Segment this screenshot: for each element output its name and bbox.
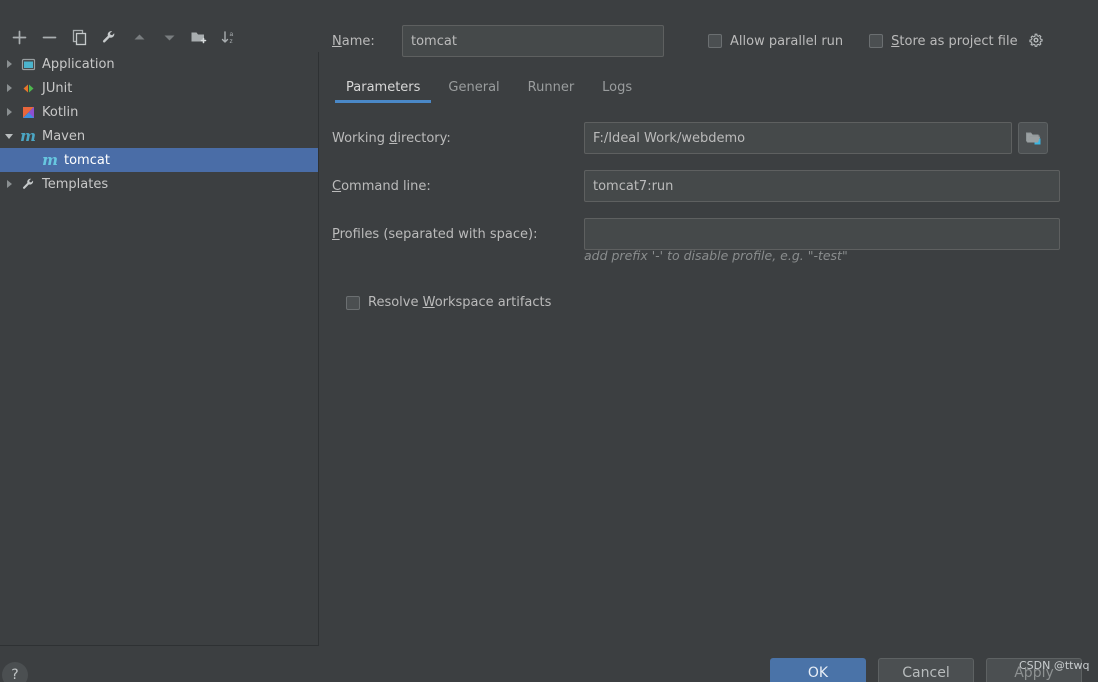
command-line-label: Command line: — [332, 178, 431, 194]
tree-item-label: JUnit — [42, 80, 73, 96]
expand-arrow-icon[interactable] — [0, 100, 18, 124]
expand-arrow-icon[interactable] — [0, 76, 18, 100]
tree-item-maven[interactable]: m Maven — [0, 124, 318, 148]
command-line-row: Command line: — [332, 170, 1080, 202]
checkbox-box[interactable] — [869, 34, 884, 48]
store-as-project-file-checkbox[interactable]: Store as project file — [869, 33, 1018, 49]
profiles-input[interactable] — [584, 218, 1060, 250]
dialog-button-bar: ? OK Cancel Apply — [0, 646, 1098, 682]
tab-runner[interactable]: Runner — [514, 76, 589, 103]
arrow-down-icon[interactable] — [154, 23, 184, 51]
watermark: CSDN @ttwq — [1019, 659, 1090, 672]
checkbox-box[interactable] — [346, 295, 360, 310]
maven-icon: m — [20, 126, 36, 145]
resolve-workspace-artifacts-checkbox[interactable]: Resolve Workspace artifacts — [346, 295, 551, 310]
run-debug-configurations-dialog: a z Application JUnit Kotlin m Maven m t… — [0, 0, 1098, 682]
working-directory-row: Working directory: — [332, 122, 1080, 154]
tree-item-kotlin[interactable]: Kotlin — [0, 100, 318, 124]
sort-alphabetically-icon[interactable]: a z — [214, 23, 244, 51]
allow-parallel-run-label: Allow parallel run — [730, 33, 844, 49]
name-row: Name: Allow parallel run Store as projec… — [332, 24, 1098, 58]
tree-item-application[interactable]: Application — [0, 52, 318, 76]
svg-text:a: a — [230, 31, 234, 38]
collapse-arrow-icon[interactable] — [0, 124, 18, 148]
store-as-project-file-label: Store as project file — [891, 33, 1018, 49]
arrow-up-icon[interactable] — [124, 23, 154, 51]
tree-item-junit[interactable]: JUnit — [0, 76, 318, 100]
tab-general[interactable]: General — [434, 76, 513, 103]
tab-logs[interactable]: Logs — [588, 76, 646, 103]
minus-icon[interactable] — [34, 23, 64, 51]
profiles-row: Profiles (separated with space): — [332, 218, 1080, 250]
wrench-icon[interactable] — [94, 23, 124, 51]
help-button[interactable]: ? — [2, 662, 28, 682]
profiles-label: Profiles (separated with space): — [332, 226, 538, 242]
parameters-tab-content: Working directory: F:/Ideal Work/webdemo… — [332, 110, 1080, 630]
checkbox-box[interactable] — [708, 34, 722, 48]
folder-open-icon[interactable] — [1025, 130, 1041, 146]
junit-icon — [18, 76, 38, 100]
working-directory-field-wrap — [584, 122, 1048, 154]
ok-button[interactable]: OK — [770, 658, 866, 682]
tree-item-label: tomcat — [64, 152, 110, 168]
configurations-toolbar: a z — [0, 22, 320, 52]
gear-icon[interactable] — [1028, 33, 1044, 49]
command-line-input[interactable] — [584, 170, 1060, 202]
tab-parameters[interactable]: Parameters — [332, 76, 434, 103]
expand-arrow-icon[interactable] — [0, 52, 18, 76]
configurations-tree[interactable]: Application JUnit Kotlin m Maven m tomca… — [0, 52, 319, 646]
folder-add-icon[interactable] — [184, 23, 214, 51]
copy-icon[interactable] — [64, 23, 94, 51]
resolve-workspace-artifacts-label: Resolve Workspace artifacts — [368, 295, 552, 310]
tree-item-templates[interactable]: Templates — [0, 172, 318, 196]
plus-icon[interactable] — [4, 23, 34, 51]
working-directory-input[interactable] — [584, 122, 1012, 154]
tree-item-label: Application — [42, 56, 115, 72]
cancel-button[interactable]: Cancel — [878, 658, 974, 682]
kotlin-icon — [18, 100, 38, 124]
working-directory-label: Working directory: — [332, 130, 451, 146]
allow-parallel-run-checkbox[interactable]: Allow parallel run — [708, 34, 843, 49]
name-label: Name: — [332, 33, 375, 49]
svg-text:z: z — [230, 38, 233, 45]
editor-tabs[interactable]: Parameters General Runner Logs — [332, 76, 1098, 106]
maven-icon: m — [42, 150, 58, 169]
tree-item-label: Templates — [42, 176, 109, 192]
configurations-left-panel: a z Application JUnit Kotlin m Maven m t… — [0, 0, 320, 646]
wrench-icon — [18, 172, 38, 196]
application-icon — [18, 52, 38, 76]
command-line-field-wrap — [584, 170, 1060, 202]
profiles-field-wrap — [584, 218, 1060, 250]
tree-item-label: Kotlin — [42, 104, 79, 120]
configuration-editor-panel: Name: Allow parallel run Store as projec… — [332, 0, 1098, 646]
profiles-hint: add prefix '-' to disable profile, e.g. … — [584, 248, 848, 263]
expand-arrow-icon[interactable] — [0, 172, 18, 196]
tree-item-label: Maven — [42, 128, 86, 144]
name-input[interactable] — [402, 25, 664, 57]
tree-item-tomcat[interactable]: m tomcat — [0, 148, 318, 172]
